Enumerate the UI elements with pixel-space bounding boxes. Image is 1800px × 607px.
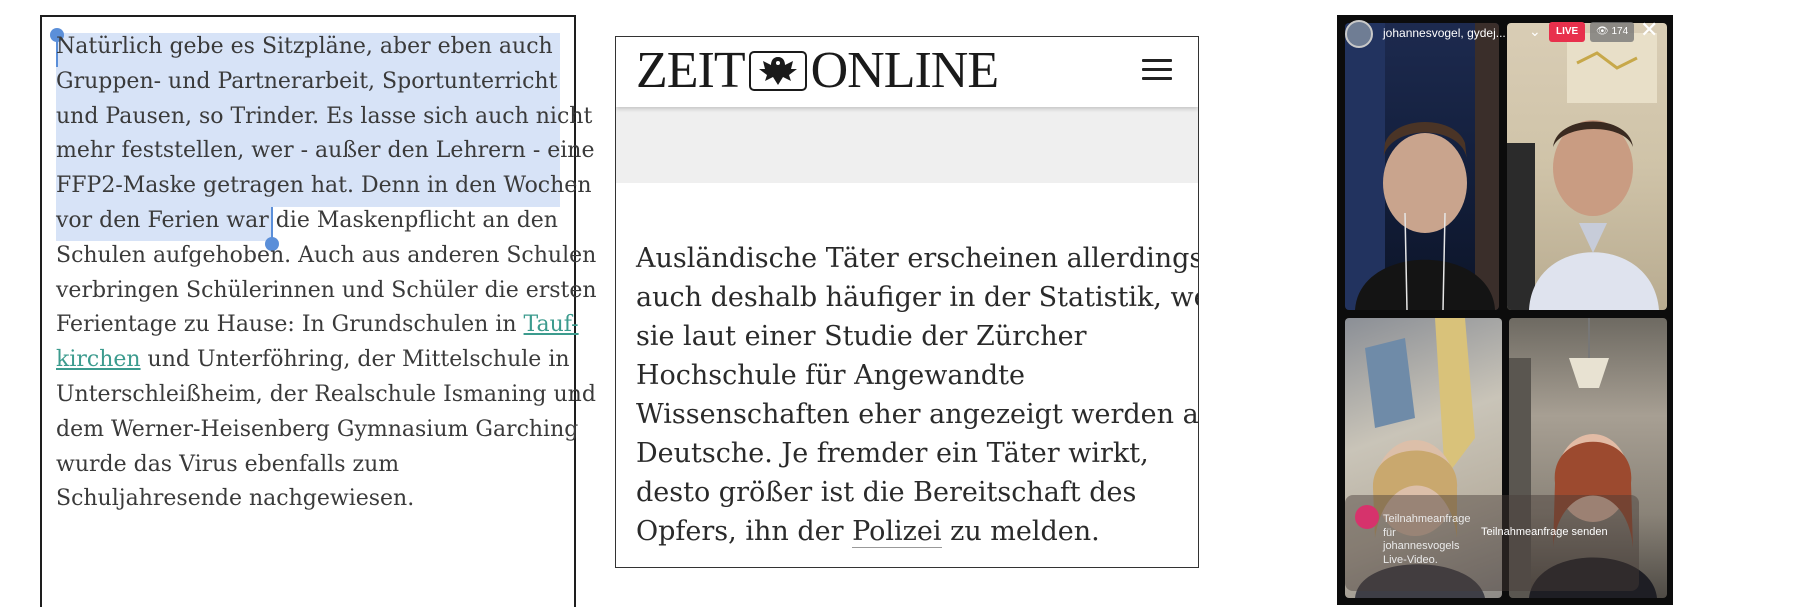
logo-text-right: ONLINE <box>810 42 1000 99</box>
host-usernames[interactable]: johannesvogel, gydej... <box>1383 26 1506 40</box>
article-line-text: Ferientage zu Hause: In Grundschulen in <box>56 312 524 338</box>
article-line: Unterschleißheim, der Realschule Ismanin… <box>56 381 596 407</box>
paragraph-line: Deutsche. Je fremder ein Täter wirkt, <box>636 438 1149 469</box>
paragraph-line: Opfers, ihn der Polizei zu melden. <box>636 512 1188 551</box>
paragraph-line: auch deshalb häufiger in der Statistik, … <box>636 282 1199 313</box>
paragraph-line: Wissenschaften eher angezeigt werden als <box>636 399 1199 430</box>
ad-placeholder-band <box>616 107 1198 183</box>
video-tile-participant-2[interactable] <box>1507 23 1667 310</box>
taufkirchen-link[interactable]: Tauf- <box>524 312 579 337</box>
join-request-text: Teilnahmeanfrage für johannesvogels Live… <box>1383 513 1471 566</box>
paragraph-line: Hochschule für Angewandte <box>636 360 1025 391</box>
instagram-live-panel: johannesvogel, gydej... ⌄ LIVE 👁 174 ✕ T… <box>1337 15 1673 605</box>
article-line: kirchen und Unterföhring, der Mittelschu… <box>56 343 570 378</box>
host-avatar[interactable] <box>1345 20 1373 48</box>
taufkirchen-link-continued[interactable]: kirchen <box>56 347 141 372</box>
request-icon <box>1355 505 1379 529</box>
article-text: Natürlich gebe es Sitzpläne, aber eben a… <box>56 30 597 517</box>
join-request-card: Teilnahmeanfrage für johannesvogels Live… <box>1345 495 1639 591</box>
selected-text-end: Schulen aufgehoben. <box>56 242 292 268</box>
logo-text-left: ZEIT <box>636 42 746 99</box>
send-join-request-button[interactable]: Teilnahmeanfrage senden <box>1481 526 1608 538</box>
article-line: vor den Ferien war die Maskenpflicht an … <box>56 207 558 233</box>
paragraph-text: Opfers, ihn der <box>636 516 853 547</box>
article-line: Schulen aufgehoben. Auch aus anderen Sch… <box>56 239 596 274</box>
article-line-text: und Unterföhring, der Mittelschule in <box>140 347 570 373</box>
hamburger-menu-icon[interactable] <box>1142 57 1174 83</box>
article-line: FFP2-Maske getragen hat. Denn in den Woc… <box>56 173 592 199</box>
article-line: verbringen Schülerinnen und Schüler die … <box>56 277 597 303</box>
zeit-online-screenshot-panel: ZEIT ONLINE Ausländische Täter erscheinen… <box>615 36 1199 568</box>
live-top-bar: johannesvogel, gydej... ⌄ LIVE 👁 174 ✕ <box>1337 15 1673 51</box>
article-line: Natürlich gebe es Sitzpläne, aber eben a… <box>56 34 553 59</box>
paragraph-text: zu melden. <box>941 516 1100 547</box>
article-paragraph: Ausländische Täter erscheinen allerdings… <box>636 239 1199 551</box>
paragraph-line: desto größer ist die Bereitschaft des <box>636 477 1137 508</box>
polizei-link[interactable]: Polizei <box>852 516 942 548</box>
viewer-count[interactable]: 👁 174 <box>1590 22 1635 42</box>
article-line: Gruppen- und Partnerarbeit, Sportunterri… <box>56 68 558 94</box>
article-line: und Pausen, so Trinder. Es lasse sich au… <box>56 103 593 129</box>
eagle-seal-icon <box>748 49 807 93</box>
chevron-down-icon[interactable]: ⌄ <box>1529 23 1541 40</box>
unselected-text: Auch aus anderen Schulen <box>291 242 597 268</box>
site-header: ZEIT ONLINE <box>616 37 1198 107</box>
article-line: dem Werner-Heisenberg Gymnasium Garching <box>56 416 579 442</box>
live-badge: LIVE <box>1549 22 1586 42</box>
zeit-online-logo[interactable]: ZEIT ONLINE <box>636 41 1000 100</box>
paragraph-line: Ausländische Täter erscheinen allerdings <box>636 243 1199 274</box>
paragraph-line: sie laut einer Studie der Zürcher <box>636 321 1087 352</box>
article-line: Ferientage zu Hause: In Grundschulen in … <box>56 308 579 343</box>
article-screenshot-panel: Natürlich gebe es Sitzpläne, aber eben a… <box>40 15 597 607</box>
article-line: mehr feststellen, wer - außer den Lehrer… <box>56 138 595 164</box>
close-icon[interactable]: ✕ <box>1640 18 1658 42</box>
article-line: Schuljahresende nachgewiesen. <box>56 486 415 512</box>
video-tile-participant-1[interactable] <box>1345 23 1499 310</box>
article-line: wurde das Virus ebenfalls zum <box>56 451 400 477</box>
